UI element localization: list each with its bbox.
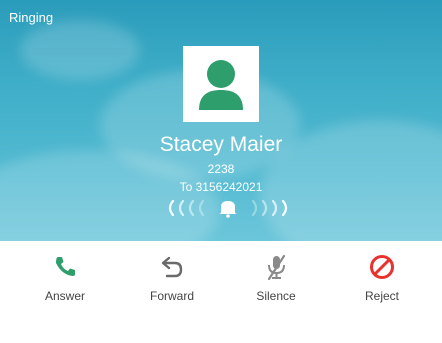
reject-label: Reject [364,289,399,303]
forward-label: Forward [149,289,194,303]
ringing-bell-icon [168,199,288,218]
answer-label: Answer [44,289,85,303]
incoming-call-screen: Ringing Stacey Maier 2238 To 3156242021 [0,0,442,343]
caller-number: 2238 [207,162,235,176]
caller-avatar [183,46,259,122]
silence-label: Silence [256,289,296,303]
call-status: Ringing [9,10,54,25]
person-icon [183,46,259,122]
call-background: Ringing Stacey Maier 2238 To 3156242021 [0,0,442,241]
phone-icon [56,257,75,276]
silence-button[interactable]: Silence [236,253,316,303]
call-action-bar: Answer Forward Silence Reject [0,241,442,343]
callee-line: To 3156242021 [179,180,263,194]
caller-name: Stacey Maier [159,133,283,156]
mute-mic-icon [267,254,286,281]
forward-arrow-icon [161,256,183,278]
forward-button[interactable]: Forward [132,253,212,303]
reject-button[interactable]: Reject [342,253,422,303]
reject-icon [370,255,394,279]
answer-button[interactable]: Answer [25,253,105,303]
